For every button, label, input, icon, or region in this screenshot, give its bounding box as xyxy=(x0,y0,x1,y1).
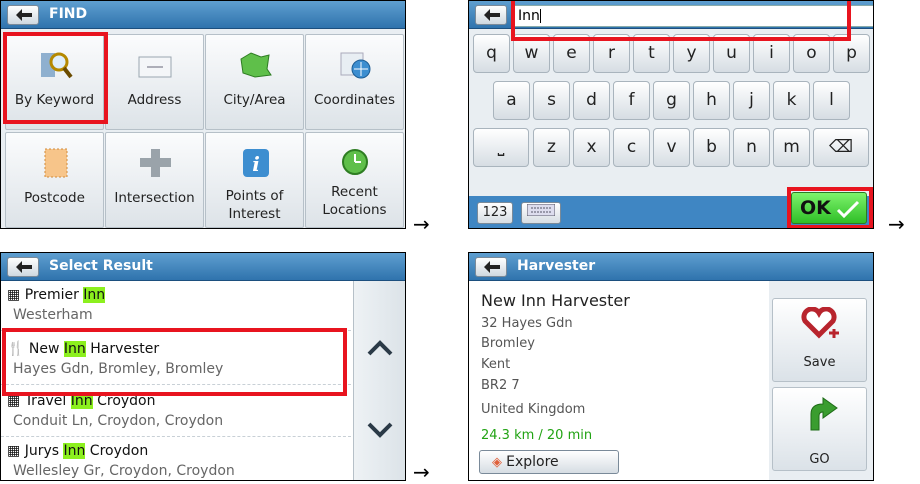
distance-time: 24.3 km / 20 min xyxy=(481,428,593,443)
heart-add-icon xyxy=(801,307,839,339)
results-screen: Select Result ▦ Premier Inn Westerham 🍴 … xyxy=(0,252,406,481)
key-f[interactable]: f xyxy=(613,81,650,120)
info-icon: i xyxy=(242,149,269,177)
page-title: FIND xyxy=(49,6,88,22)
explore-button[interactable]: ◈ Explore xyxy=(479,450,619,474)
detail-screen: Harvester New Inn Harvester 32 Hayes Gdn… xyxy=(468,252,874,481)
back-button[interactable] xyxy=(7,5,39,25)
back-button[interactable] xyxy=(475,257,507,277)
key-q[interactable]: q xyxy=(473,34,510,73)
tile-label: Postcode xyxy=(24,190,85,206)
key-n[interactable]: n xyxy=(733,128,770,167)
key-v[interactable]: v xyxy=(653,128,690,167)
turn-arrow-icon xyxy=(810,397,838,431)
list-item[interactable]: ▦ Travel Inn Croydon Conduit Ln, Croydon… xyxy=(1,389,355,437)
tile-label: Coordinates xyxy=(313,92,396,108)
tile-label: Intersection xyxy=(114,190,195,206)
key-a[interactable]: a xyxy=(493,81,530,120)
key-x[interactable]: x xyxy=(573,128,610,167)
step-arrow: → xyxy=(888,212,905,236)
result-address: Westerham xyxy=(13,307,93,323)
callout-highlight xyxy=(511,1,851,41)
clock-icon xyxy=(341,149,368,175)
key-z[interactable]: z xyxy=(533,128,570,167)
keyboard-layout-button[interactable] xyxy=(521,202,561,224)
tile-label: City/Area xyxy=(223,92,286,108)
back-arrow-icon xyxy=(16,261,32,273)
go-label: GO xyxy=(809,452,830,467)
tile-label: Recent Locations xyxy=(322,184,387,218)
scroll-column xyxy=(353,281,405,480)
key-h[interactable]: h xyxy=(693,81,730,120)
title-bar: Harvester xyxy=(469,253,873,281)
key-g[interactable]: g xyxy=(653,81,690,120)
hotel-icon: ▦ xyxy=(7,443,21,459)
save-button[interactable]: Save xyxy=(772,298,867,382)
numbers-button[interactable]: 123 xyxy=(477,202,513,224)
globe-icon xyxy=(340,52,370,79)
key-j[interactable]: j xyxy=(733,81,770,120)
key-k[interactable]: k xyxy=(773,81,810,120)
city-area-button[interactable]: City/Area xyxy=(205,34,304,130)
explore-icon: ◈ xyxy=(492,455,502,470)
envelope-icon xyxy=(138,56,171,78)
coordinates-button[interactable]: Coordinates xyxy=(305,34,404,130)
address-line: BR2 7 xyxy=(481,378,520,393)
back-button[interactable] xyxy=(475,5,507,25)
tile-label: Points of Interest xyxy=(225,188,284,222)
keyboard-icon xyxy=(526,203,556,217)
title-bar: FIND xyxy=(1,1,405,29)
list-item[interactable]: ▦ Jurys Inn Croydon Wellesley Gr, Croydo… xyxy=(1,439,355,480)
page-title: Select Result xyxy=(49,258,153,274)
address-button[interactable]: Address xyxy=(105,34,204,130)
place-name: New Inn Harvester xyxy=(481,291,630,310)
result-name: ▦ Jurys Inn Croydon xyxy=(7,443,149,459)
hotel-icon: ▦ xyxy=(7,287,21,303)
stamp-icon xyxy=(44,148,67,178)
address-line: United Kingdom xyxy=(481,402,586,417)
back-arrow-icon xyxy=(16,9,32,21)
go-button[interactable]: GO xyxy=(772,387,867,471)
result-name: ▦ Premier Inn xyxy=(7,287,106,303)
key-l[interactable]: l xyxy=(813,81,850,120)
key-d[interactable]: d xyxy=(573,81,610,120)
address-line: 32 Hayes Gdn xyxy=(481,316,573,331)
tile-label: Address xyxy=(127,92,182,108)
key-s[interactable]: s xyxy=(533,81,570,120)
result-address: Conduit Ln, Croydon, Croydon xyxy=(13,413,224,429)
back-button[interactable] xyxy=(7,257,39,277)
callout-highlight xyxy=(3,32,108,124)
intersection-button[interactable]: Intersection xyxy=(105,132,204,228)
find-screen: FIND By Keyword Address City/Area Coordi… xyxy=(0,0,406,229)
recent-locations-button[interactable]: Recent Locations xyxy=(305,132,404,228)
backspace-key[interactable]: ⌫ xyxy=(813,128,869,167)
keyboard-screen: Inn q w e r t y u i o p a s d f g h j k l ⎵ z x c v b n m ⌫ 123 OK xyxy=(468,0,874,229)
key-b[interactable]: b xyxy=(693,128,730,167)
step-arrow: → xyxy=(413,212,430,236)
space-key[interactable]: ⎵ xyxy=(473,128,529,167)
crossroad-icon xyxy=(139,149,171,177)
postcode-button[interactable]: Postcode xyxy=(5,132,104,228)
step-arrow: → xyxy=(413,460,430,484)
map-icon xyxy=(239,52,272,78)
callout-highlight xyxy=(787,187,873,228)
key-c[interactable]: c xyxy=(613,128,650,167)
page-title: Harvester xyxy=(517,258,596,274)
address-line: Kent xyxy=(481,357,511,372)
address-line: Bromley xyxy=(481,336,535,351)
back-arrow-icon xyxy=(484,261,500,273)
result-address: Wellesley Gr, Croydon, Croydon xyxy=(13,463,235,479)
callout-highlight xyxy=(2,328,347,396)
key-m[interactable]: m xyxy=(773,128,810,167)
detail-panel: New Inn Harvester 32 Hayes Gdn Bromley K… xyxy=(469,281,769,480)
list-item[interactable]: ▦ Premier Inn Westerham xyxy=(1,283,355,331)
save-label: Save xyxy=(803,355,836,370)
title-bar: Select Result xyxy=(1,253,405,281)
scroll-down-icon[interactable] xyxy=(366,421,394,439)
scroll-up-icon[interactable] xyxy=(366,339,394,357)
svg-text:i: i xyxy=(252,152,260,176)
back-arrow-icon xyxy=(484,9,500,21)
points-of-interest-button[interactable]: i Points of Interest xyxy=(205,132,304,228)
